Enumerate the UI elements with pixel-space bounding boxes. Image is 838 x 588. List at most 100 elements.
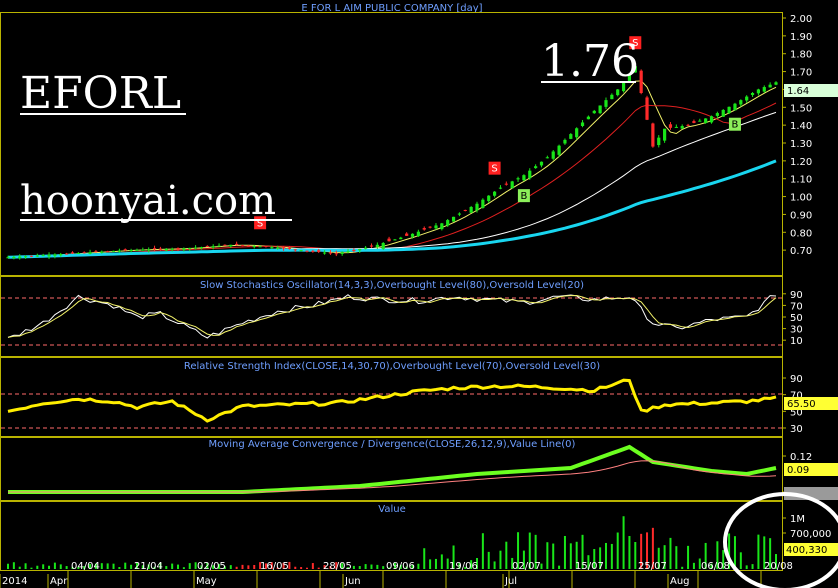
volume-bar: [364, 564, 367, 569]
candle-body: [123, 249, 127, 251]
candle-body: [264, 245, 268, 247]
price-last-label: 1.64: [787, 86, 809, 97]
date-tick-label: 19/06: [449, 561, 478, 572]
volume-bar: [305, 567, 308, 569]
volume-bar: [487, 551, 490, 569]
volume-bar: [634, 542, 637, 569]
volume-bar: [112, 563, 115, 569]
volume-bar: [417, 563, 420, 569]
candle-body: [422, 228, 426, 230]
volume-bar: [493, 561, 496, 569]
candle-body: [446, 220, 450, 226]
macd-lines: [8, 444, 777, 494]
axis-tick-label: 30: [790, 325, 803, 336]
date-tick-label: 16/05: [260, 561, 289, 572]
candle-body: [727, 106, 731, 114]
candle-body: [399, 237, 403, 240]
macd-signal-line: [8, 460, 777, 493]
volume-bar: [681, 566, 684, 569]
candle-body: [704, 118, 708, 123]
date-tick-label: 28/05: [323, 561, 352, 572]
axis-tick-label: 30: [790, 424, 803, 435]
volume-bar: [53, 562, 56, 569]
date-tick-label: 02/05: [197, 561, 226, 572]
axis-tick-label: 1.20: [790, 157, 812, 168]
axis-tick-label: 1.70: [790, 68, 812, 79]
volume-bar: [352, 565, 355, 569]
candle-body: [18, 256, 22, 259]
month-label: Jun: [344, 576, 361, 587]
axis-tick-label: 1.40: [790, 121, 812, 132]
volume-bar: [358, 566, 361, 569]
candle-body: [639, 70, 643, 93]
axis-tick-label: 90: [790, 374, 803, 385]
candle-body: [35, 255, 39, 257]
candle-body: [557, 145, 561, 155]
date-tick-label: 21/04: [134, 561, 163, 572]
candle-body: [393, 239, 397, 241]
candle-body: [686, 124, 690, 126]
candle-body: [29, 255, 34, 257]
sell-signal: S: [488, 161, 501, 175]
volume-bar: [440, 554, 443, 569]
volume-bar: [692, 562, 695, 569]
date-tick-label: 20/08: [764, 561, 793, 572]
volume-bar: [124, 562, 127, 569]
candle-body: [750, 93, 755, 96]
volume-bar: [59, 564, 62, 569]
candle-body: [575, 128, 579, 138]
volume-bar: [505, 541, 508, 569]
month-label: Jul: [504, 576, 517, 587]
stoch-d-line: [7, 294, 777, 338]
candle-body: [481, 199, 485, 208]
volume-bar: [616, 532, 619, 569]
candle-body: [410, 233, 415, 237]
candle-body: [281, 247, 286, 249]
axis-tick-label: 10: [790, 336, 803, 347]
volume-bar: [294, 566, 297, 569]
candle-body: [545, 157, 549, 159]
volume-bar: [177, 564, 180, 569]
candle-body: [252, 245, 256, 247]
x-axis-band: [0, 571, 838, 588]
candle-body: [141, 249, 145, 251]
buy-signal: B: [728, 117, 741, 131]
axis-tick-label: 1.10: [790, 175, 812, 186]
candle-body: [334, 253, 338, 255]
volume-bar: [669, 537, 672, 569]
volume-title: Value: [378, 504, 405, 515]
candle-body: [492, 191, 497, 196]
candle-body: [434, 225, 438, 229]
axis-tick-label: 0.90: [790, 210, 812, 221]
candle-body: [715, 113, 719, 116]
candle-body: [387, 238, 391, 242]
axis-tick-label: 2.00: [790, 14, 812, 25]
candle-body: [199, 247, 204, 249]
date-tick-label: 06/08: [701, 561, 730, 572]
axis-tick-label: 70: [790, 301, 803, 312]
candle-body: [504, 183, 508, 185]
macd-title: Moving Average Convergence / Divergence(…: [209, 439, 576, 450]
volume-bar: [604, 542, 607, 569]
candle-body: [692, 121, 696, 123]
axis-tick-label: 0.80: [790, 228, 812, 239]
candle-body: [569, 134, 573, 139]
candle-body: [416, 231, 420, 237]
candle-body: [235, 243, 239, 246]
candle-body: [516, 178, 520, 180]
candle-body: [463, 209, 467, 211]
volume-bar: [370, 564, 373, 569]
volume-bar: [687, 545, 690, 569]
candle-body: [610, 94, 614, 100]
volume-bar: [171, 563, 174, 569]
volume-bar: [36, 565, 39, 569]
macd-line: [8, 444, 777, 494]
volume-bar: [751, 564, 754, 569]
stoch-axis: 9070503010: [782, 290, 803, 347]
candle-body: [663, 128, 667, 141]
volume-bar: [48, 565, 51, 569]
candle-body: [674, 126, 678, 128]
volume-bar: [253, 564, 256, 569]
volume-bar: [675, 546, 678, 569]
candle-body: [580, 122, 585, 127]
